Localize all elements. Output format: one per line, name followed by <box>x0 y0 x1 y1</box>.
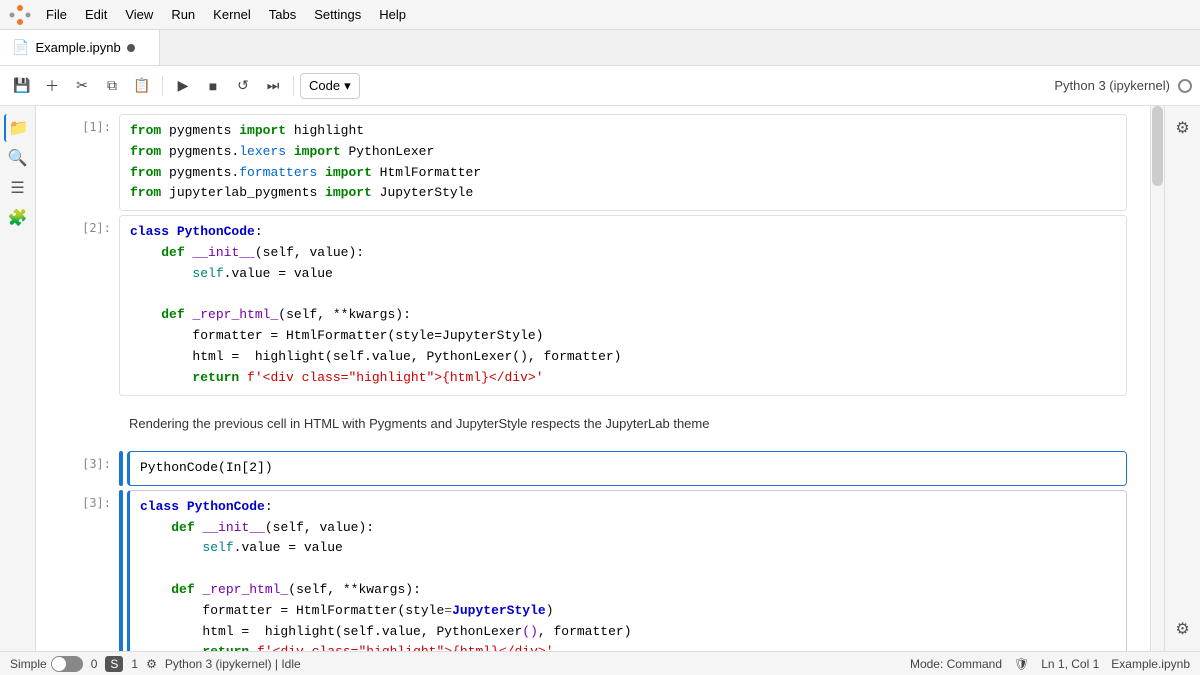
sidebar-right-icon-settings[interactable]: ⚙ <box>1169 615 1197 643</box>
cell-3-output-content[interactable]: class PythonCode: def __init__(self, val… <box>127 490 1127 651</box>
kernel-label: Python 3 (ipykernel) <box>1054 78 1170 93</box>
md-label <box>59 400 119 406</box>
toggle-thumb <box>52 657 66 671</box>
cell-3-input-content[interactable]: PythonCode(In[2]) <box>127 451 1127 486</box>
status-ln-col: Ln 1, Col 1 <box>1041 657 1099 671</box>
statusbar: Simple 0 S 1 ⚙ Python 3 (ipykernel) | Id… <box>0 651 1200 675</box>
menu-file[interactable]: File <box>38 5 75 24</box>
tabbar: 📄 Example.ipynb <box>0 30 1200 66</box>
kernel-status-circle <box>1178 79 1192 93</box>
sidebar-icon-files[interactable]: 📁 <box>4 114 32 142</box>
menu-settings[interactable]: Settings <box>306 5 369 24</box>
sidebar-icon-toc[interactable]: ☰ <box>4 174 32 202</box>
cut-button[interactable]: ✂ <box>68 72 96 100</box>
sep2 <box>293 76 294 96</box>
save-button[interactable]: 💾 <box>8 72 36 100</box>
md-text: Rendering the previous cell in HTML with… <box>119 408 1127 440</box>
dropdown-arrow-icon: ▾ <box>344 78 351 94</box>
cell-1: [1]: from pygments import highlight from… <box>59 114 1127 211</box>
scrollbar[interactable] <box>1150 106 1164 651</box>
sidebar-right-icon-property[interactable]: ⚙ <box>1169 114 1197 142</box>
tab-icon: 📄 <box>12 39 29 56</box>
cell-3-output: [3]: class PythonCode: def __init__(self… <box>59 490 1127 651</box>
toolbar: 💾 ＋ ✂ ⧉ 📋 ▶ ■ ↺ ⏭ Code ▾ Python 3 (ipyke… <box>0 66 1200 106</box>
sidebar-icon-extensions[interactable]: 🧩 <box>4 204 32 232</box>
add-cell-button[interactable]: ＋ <box>38 72 66 100</box>
cell-3-out-label: [3]: <box>59 490 119 510</box>
paste-button[interactable]: 📋 <box>128 72 156 100</box>
status-kernel: Python 3 (ipykernel) | Idle <box>165 657 301 671</box>
tab-label: Example.ipynb <box>35 40 120 55</box>
cell-1-label: [1]: <box>59 114 119 134</box>
menu-tabs[interactable]: Tabs <box>261 5 304 24</box>
status-gear-icon: ⚙ <box>146 657 157 671</box>
restart-button[interactable]: ↺ <box>229 72 257 100</box>
status-s: S <box>105 656 123 672</box>
run-button[interactable]: ▶ <box>169 72 197 100</box>
exec-bar <box>119 451 123 486</box>
stop-button[interactable]: ■ <box>199 72 227 100</box>
menu-help[interactable]: Help <box>371 5 414 24</box>
menubar: File Edit View Run Kernel Tabs Settings … <box>0 0 1200 30</box>
menu-view[interactable]: View <box>117 5 161 24</box>
kernel-info: Python 3 (ipykernel) <box>1054 78 1192 93</box>
md-content: Rendering the previous cell in HTML with… <box>119 400 1127 448</box>
markdown-cell: Rendering the previous cell in HTML with… <box>59 400 1127 448</box>
sep1 <box>162 76 163 96</box>
sidebar-right: ⚙ ⚙ <box>1164 106 1200 651</box>
cell-type-dropdown[interactable]: Code ▾ <box>300 73 360 99</box>
status-mode: Mode: Command <box>910 657 1002 671</box>
simple-toggle[interactable]: Simple <box>10 656 83 672</box>
menu-kernel[interactable]: Kernel <box>205 5 259 24</box>
main-area: 📁 🔍 ☰ 🧩 [1]: from pygments import highli… <box>0 106 1200 651</box>
cell-3-input: [3]: PythonCode(In[2]) <box>59 451 1127 486</box>
status-shield-icon: 🛡 <box>1014 657 1029 671</box>
sidebar-icon-search[interactable]: 🔍 <box>4 144 32 172</box>
notebook-tab[interactable]: 📄 Example.ipynb <box>0 30 160 65</box>
scrollbar-thumb[interactable] <box>1152 106 1163 186</box>
restart-run-button[interactable]: ⏭ <box>259 72 287 100</box>
notebook-area[interactable]: [1]: from pygments import highlight from… <box>36 106 1150 651</box>
status-zero: 0 <box>91 657 98 671</box>
cell-area: [1]: from pygments import highlight from… <box>43 106 1143 651</box>
cell-2-code[interactable]: class PythonCode: def __init__(self, val… <box>120 216 1126 394</box>
jupyter-logo <box>8 3 32 27</box>
toggle-track[interactable] <box>51 656 83 672</box>
cell-3-input-code[interactable]: PythonCode(In[2]) <box>130 452 1126 485</box>
status-one: 1 <box>131 657 138 671</box>
menu-edit[interactable]: Edit <box>77 5 115 24</box>
menu-run[interactable]: Run <box>163 5 203 24</box>
cell-2: [2]: class PythonCode: def __init__(self… <box>59 215 1127 395</box>
cell-type-label: Code <box>309 78 340 93</box>
copy-button[interactable]: ⧉ <box>98 72 126 100</box>
cell-1-code[interactable]: from pygments import highlight from pygm… <box>120 115 1126 210</box>
cell-2-content[interactable]: class PythonCode: def __init__(self, val… <box>119 215 1127 395</box>
sidebar-left: 📁 🔍 ☰ 🧩 <box>0 106 36 651</box>
tab-unsaved-dot <box>127 44 135 52</box>
cell-1-content[interactable]: from pygments import highlight from pygm… <box>119 114 1127 211</box>
exec-bar-out <box>119 490 123 651</box>
cell-3-output-code[interactable]: class PythonCode: def __init__(self, val… <box>130 491 1126 651</box>
simple-label: Simple <box>10 657 47 671</box>
cell-3-in-label: [3]: <box>59 451 119 471</box>
cell-2-label: [2]: <box>59 215 119 235</box>
status-filename: Example.ipynb <box>1111 657 1190 671</box>
statusbar-right: Mode: Command 🛡 Ln 1, Col 1 Example.ipyn… <box>910 657 1190 671</box>
